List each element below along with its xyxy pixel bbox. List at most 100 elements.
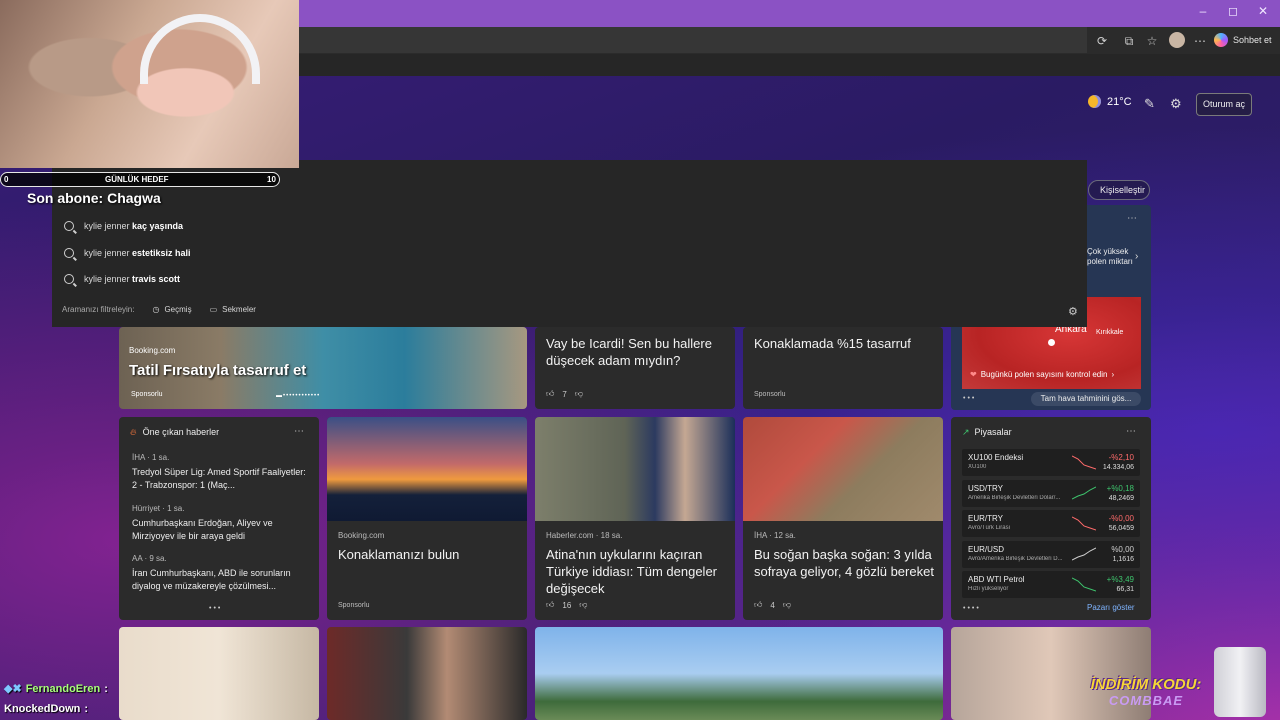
search-suggestion[interactable]: kylie jenner kaç yaşında bbox=[64, 221, 183, 231]
gear-icon[interactable]: ⚙ bbox=[1068, 305, 1078, 318]
news-image-card[interactable] bbox=[535, 627, 943, 720]
thumbs-down-icon[interactable]: 👎︎ bbox=[575, 389, 583, 399]
news-card-atina[interactable]: Haberler.com · 18 sa. Atina'nın uykuları… bbox=[535, 417, 735, 620]
sparkline bbox=[1072, 516, 1096, 531]
news-source: Hürriyet · 1 sa. bbox=[132, 504, 185, 513]
reactions: 👍︎ 7 👎︎ bbox=[546, 389, 583, 399]
ad-sponsor: Sponsorlu bbox=[338, 602, 370, 609]
list-item[interactable]: AA · 9 sa. İran Cumhurbaşkanı, ABD ile s… bbox=[132, 554, 312, 593]
carousel-dots: •••• bbox=[963, 605, 981, 612]
market-name: XU100 Endeksi bbox=[968, 453, 1024, 462]
minimize-button[interactable]: – bbox=[1188, 4, 1218, 18]
gear-icon[interactable]: ⚙ bbox=[1170, 96, 1182, 112]
more-icon[interactable]: ⋯ bbox=[294, 426, 304, 437]
ad-card-toronto[interactable]: Booking.com Konaklamanızı bulun Sponsorl… bbox=[327, 417, 527, 620]
location-pin-icon bbox=[1048, 339, 1055, 346]
ad-sponsor: Sponsorlu bbox=[754, 391, 786, 398]
daily-goal-bar: 0 GÜNLÜK HEDEF 10 bbox=[0, 172, 280, 187]
suggestion-text: kylie jenner kaç yaşında bbox=[84, 221, 184, 231]
pollen-link-label: Bugünkü polen sayısını kontrol edin bbox=[980, 370, 1108, 379]
filter-label: Aramanızı filtreleyin: bbox=[62, 305, 135, 314]
hero-title: Tatil Fırsatıyla tasarruf et bbox=[129, 362, 307, 379]
chat-separator: : bbox=[84, 703, 89, 715]
list-item[interactable]: Hürriyet · 1 sa. Cumhurbaşkanı Erdoğan, … bbox=[132, 504, 312, 543]
carousel-dots[interactable]: ▬•••••••••••• bbox=[276, 393, 320, 399]
weather-sun-icon bbox=[1088, 95, 1101, 108]
more-icon[interactable]: ⋯ bbox=[1126, 426, 1136, 437]
hero-sponsor: Sponsorlu bbox=[131, 391, 163, 398]
market-name: EUR/TRY bbox=[968, 514, 1003, 523]
last-subscriber: Son abone: Chagwa bbox=[27, 190, 161, 206]
market-sub: Avro/Amerika Birleşik Devletleri D... bbox=[968, 555, 1063, 562]
flower-icon: ❤ bbox=[970, 370, 977, 379]
market-change: +%3,49 bbox=[1106, 575, 1134, 584]
show-market-link[interactable]: Pazarı göster bbox=[1087, 603, 1135, 612]
favorites-icon[interactable]: ☆ bbox=[1144, 33, 1160, 49]
chevron-right-icon: › bbox=[1111, 370, 1115, 379]
news-headline: Cumhurbaşkanı Erdoğan, Aliyev ve Mirziyo… bbox=[132, 518, 273, 541]
news-title: Bu soğan başka soğan: 3 yılda sofraya ge… bbox=[754, 547, 934, 579]
markets-header: ↗ Piyasalar bbox=[962, 427, 1012, 438]
tabs-icon: ▭ bbox=[209, 305, 218, 314]
thumbs-up-icon[interactable]: 👍︎ bbox=[546, 389, 554, 399]
chat-username: KnockedDown bbox=[4, 703, 81, 715]
extensions-icon[interactable]: ⧉ bbox=[1121, 33, 1137, 49]
ad-card-konaklama[interactable]: Konaklamada %15 tasarruf Sponsorlu bbox=[743, 327, 943, 409]
market-value: 48,2469 bbox=[1108, 494, 1134, 502]
market-row[interactable]: XU100 Endeksi XU100 -%2,10 14.334,06 bbox=[962, 449, 1140, 476]
markets-title: Piyasalar bbox=[974, 427, 1012, 437]
hero-ad-card[interactable]: Booking.com Tatil Fırsatıyla tasarruf et… bbox=[119, 327, 527, 409]
news-card-sogan[interactable]: İHA · 12 sa. Bu soğan başka soğan: 3 yıl… bbox=[743, 417, 943, 620]
filter-history-label: Geçmiş bbox=[164, 305, 192, 314]
ad-title: Konaklamanızı bulun bbox=[338, 547, 460, 562]
profile-avatar[interactable] bbox=[1169, 32, 1185, 48]
market-value: 1,1616 bbox=[1112, 555, 1134, 563]
discount-code-overlay: İNDİRİM KODU: COMBBAE bbox=[1086, 676, 1206, 708]
thumbs-up-icon[interactable]: 👍︎ bbox=[546, 600, 554, 610]
refresh-icon[interactable]: ⟳ bbox=[1094, 33, 1110, 49]
search-suggestion[interactable]: kylie jenner estetiksiz hali bbox=[64, 248, 191, 258]
market-sub: Amerika Birleşik Devletleri Dolar/... bbox=[968, 494, 1061, 501]
pencil-icon[interactable]: ✎ bbox=[1144, 96, 1155, 112]
personalize-button[interactable]: Kişiselleştir bbox=[1088, 180, 1150, 200]
more-icon[interactable]: ⋯ bbox=[1127, 213, 1137, 224]
market-row[interactable]: EUR/USD Avro/Amerika Birleşik Devletleri… bbox=[962, 540, 1140, 568]
pollen-link[interactable]: ❤ Bugünkü polen sayısını kontrol edin › bbox=[970, 370, 1114, 379]
market-row[interactable]: USD/TRY Amerika Birleşik Devletleri Dola… bbox=[962, 479, 1140, 507]
list-item[interactable]: İHA · 1 sa. Tredyol Süper Lig: Amed Spor… bbox=[132, 453, 312, 492]
copilot-icon bbox=[1214, 33, 1228, 47]
chat-separator: : bbox=[104, 682, 108, 695]
news-title: Vay be Icardi! Sen bu hallere düşecek ad… bbox=[546, 336, 712, 368]
copilot-button[interactable]: Sohbet et bbox=[1214, 31, 1272, 49]
market-change: +%0,18 bbox=[1106, 483, 1134, 493]
full-forecast-button[interactable]: Tam hava tahminini gös... bbox=[1031, 392, 1141, 406]
thumbs-down-icon[interactable]: 👎︎ bbox=[783, 600, 791, 610]
maximize-button[interactable]: ◻ bbox=[1218, 4, 1248, 18]
market-change: -%0,00 bbox=[1108, 514, 1134, 523]
reactions: 👍︎ 4 👎︎ bbox=[754, 600, 791, 610]
top-news-title: Öne çıkan haberler bbox=[142, 427, 220, 437]
news-source: AA · 9 sa. bbox=[132, 554, 167, 563]
goal-end: 10 bbox=[267, 175, 276, 184]
like-count: 16 bbox=[562, 600, 572, 610]
close-button[interactable]: ✕ bbox=[1248, 4, 1278, 18]
like-count: 7 bbox=[562, 389, 567, 399]
chat-badge-icon: ◆✖ bbox=[4, 683, 22, 695]
market-row[interactable]: EUR/TRY Avro/Türk Lirası -%0,00 56,0459 bbox=[962, 510, 1140, 537]
news-image-card[interactable] bbox=[119, 627, 319, 720]
market-row[interactable]: ABD WTI Petrol Hızlı yükseliyor +%3,49 6… bbox=[962, 571, 1140, 598]
filter-tabs-label: Sekmeler bbox=[222, 305, 256, 314]
news-image-card[interactable] bbox=[327, 627, 527, 720]
filter-history-button[interactable]: ◷ Geçmiş bbox=[152, 305, 191, 314]
more-icon[interactable]: ⋯ bbox=[1192, 33, 1208, 49]
news-card-icardi[interactable]: Vay be Icardi! Sen bu hallere düşecek ad… bbox=[535, 327, 735, 409]
signin-button[interactable]: Oturum aç bbox=[1196, 93, 1252, 116]
search-suggestion[interactable]: kylie jenner travis scott bbox=[64, 274, 180, 284]
weather-widget[interactable]: 21°C bbox=[1088, 95, 1132, 108]
thumbs-up-icon[interactable]: 👍︎ bbox=[754, 600, 762, 610]
sparkline bbox=[1072, 547, 1096, 560]
filter-tabs-button[interactable]: ▭ Sekmeler bbox=[210, 305, 256, 314]
market-sub: XU100 bbox=[968, 464, 987, 470]
headset-shape bbox=[140, 14, 260, 84]
thumbs-down-icon[interactable]: 👎︎ bbox=[579, 600, 587, 610]
